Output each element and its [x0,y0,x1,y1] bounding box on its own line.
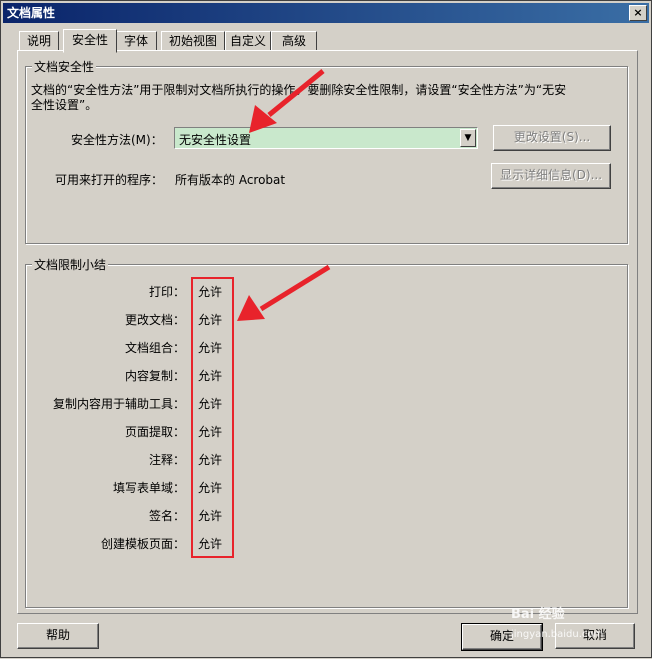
annotation-arrows [237,69,331,321]
watermark-logo: Bai 经验 [511,607,565,622]
arrow-shaft-1 [267,69,325,117]
document-properties-dialog: 文档属性 × 说明 安全性 字体 初始视图 自定义 高级 文档安全性 文档的“安… [0,0,652,658]
help-button[interactable]: 帮助 [17,623,99,649]
tab-security[interactable]: 安全性 [63,29,117,53]
arrow-shaft-2 [259,264,331,312]
watermark-url: jingyan.baidu.com [511,629,604,640]
